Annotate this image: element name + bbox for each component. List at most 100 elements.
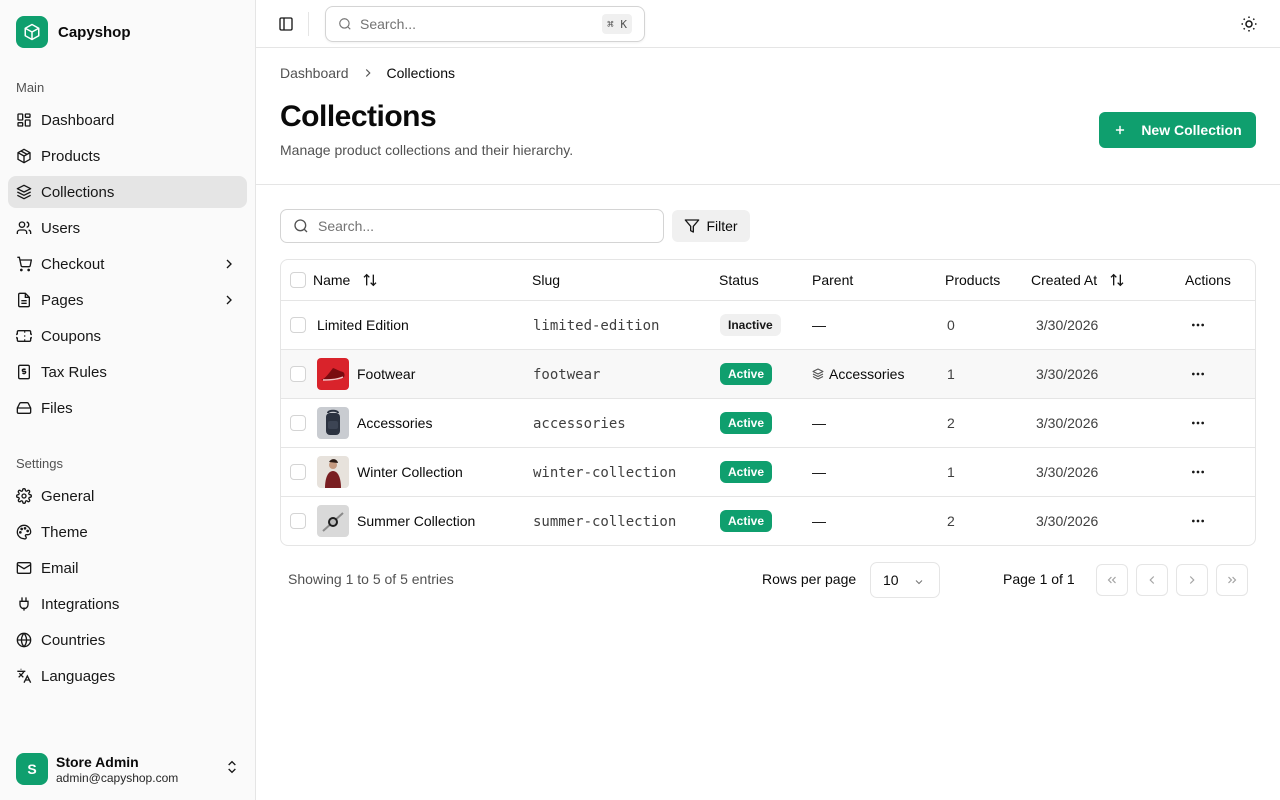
breadcrumb-dashboard[interactable]: Dashboard <box>280 65 349 81</box>
column-header-created[interactable]: Created At <box>1031 272 1125 288</box>
collection-name[interactable]: Winter Collection <box>357 464 463 480</box>
breadcrumb: Dashboard Collections <box>280 65 455 81</box>
sidebar-item-label: General <box>41 487 95 505</box>
filter-label: Filter <box>706 218 738 234</box>
page-title: Collections <box>280 100 437 133</box>
global-search-input[interactable]: Search... ⌘ K <box>325 6 645 42</box>
more-actions-icon[interactable] <box>1190 513 1206 529</box>
chevron-right-icon <box>365 69 371 77</box>
table-row[interactable]: Footwear footwear Active Accessories 1 3… <box>281 350 1255 399</box>
more-actions-icon[interactable] <box>1190 415 1206 431</box>
chevrons-left-icon <box>1107 576 1116 584</box>
sidebar-item-users[interactable]: Users <box>8 212 247 244</box>
collection-name[interactable]: Accessories <box>357 415 432 431</box>
collection-name[interactable]: Footwear <box>357 366 415 382</box>
sidebar-item-theme[interactable]: Theme <box>8 516 247 548</box>
section-label-main: Main <box>16 80 45 95</box>
sidebar-item-countries[interactable]: Countries <box>8 624 247 656</box>
table-search-input[interactable]: Search... <box>280 209 664 243</box>
sidebar-item-label: Email <box>41 559 79 577</box>
more-actions-icon[interactable] <box>1190 464 1206 480</box>
row-checkbox[interactable] <box>290 415 306 431</box>
status-badge: Active <box>720 461 773 483</box>
sort-icon[interactable] <box>362 272 378 288</box>
sidebar-item-coupons[interactable]: Coupons <box>8 320 247 352</box>
status-badge: Active <box>720 363 773 385</box>
sidebar-item-label: Tax Rules <box>41 363 107 381</box>
previous-page-button[interactable] <box>1136 564 1168 596</box>
package-icon <box>17 148 31 164</box>
status-badge: Active <box>720 510 773 532</box>
sidebar-item-label: Collections <box>41 183 115 201</box>
collection-slug: winter-collection <box>533 465 677 481</box>
collection-name[interactable]: Limited Edition <box>317 317 409 333</box>
column-header-actions: Actions <box>1185 272 1231 288</box>
more-actions-icon[interactable] <box>1190 317 1206 333</box>
sidebar-item-files[interactable]: Files <box>8 392 247 424</box>
row-checkbox[interactable] <box>290 366 306 382</box>
breadcrumb-current: Collections <box>386 65 455 81</box>
global-search-placeholder: Search... <box>360 16 417 32</box>
table-row[interactable]: Limited Edition limited-edition Inactive… <box>281 301 1255 350</box>
chevrons-up-down-icon <box>228 760 236 774</box>
collection-products-count: 1 <box>947 366 955 382</box>
receipt-icon <box>18 364 30 380</box>
topbar-divider <box>308 12 309 36</box>
sidebar-item-tax-rules[interactable]: Tax Rules <box>8 356 247 388</box>
select-all-checkbox[interactable] <box>290 272 306 288</box>
sidebar-toggle-icon[interactable] <box>278 16 294 32</box>
chevron-right-icon <box>226 295 232 305</box>
sidebar-item-general[interactable]: General <box>8 480 247 512</box>
collection-parent-label: — <box>812 317 826 333</box>
table-row[interactable]: Accessories accessories Active — 2 3/30/… <box>281 399 1255 448</box>
column-header-name[interactable]: Name <box>313 272 378 288</box>
filter-button[interactable]: Filter <box>672 210 750 242</box>
last-page-button[interactable] <box>1216 564 1248 596</box>
sidebar-item-dashboard[interactable]: Dashboard <box>8 104 247 136</box>
brand[interactable]: Capyshop <box>16 16 131 48</box>
collection-slug: summer-collection <box>533 514 677 530</box>
collection-slug: limited-edition <box>533 318 660 334</box>
sidebar-item-integrations[interactable]: Integrations <box>8 588 247 620</box>
next-page-button[interactable] <box>1176 564 1208 596</box>
header-divider <box>256 184 1280 185</box>
collection-products-count: 2 <box>947 513 955 529</box>
user-name: Store Admin <box>56 753 139 770</box>
rows-per-page-label: Rows per page <box>762 571 857 587</box>
sidebar-item-label: Languages <box>41 667 116 685</box>
filter-icon <box>685 219 700 233</box>
column-header-products: Products <box>945 272 1001 288</box>
collection-created-at: 3/30/2026 <box>1036 366 1099 382</box>
row-checkbox[interactable] <box>290 513 306 529</box>
new-collection-button[interactable]: New Collection <box>1099 112 1256 148</box>
collection-name[interactable]: Summer Collection <box>357 513 475 529</box>
sidebar-item-collections[interactable]: Collections <box>8 176 247 208</box>
collection-thumbnail <box>317 505 349 537</box>
cart-icon <box>17 256 32 272</box>
row-checkbox[interactable] <box>290 464 306 480</box>
collection-thumbnail <box>317 358 349 390</box>
sidebar-item-languages[interactable]: Languages <box>8 660 247 692</box>
rows-per-page-select[interactable]: 10 <box>870 562 940 598</box>
sun-icon[interactable] <box>1240 15 1258 33</box>
collection-products-count: 1 <box>947 464 955 480</box>
sidebar-item-pages[interactable]: Pages <box>8 284 247 316</box>
sidebar-item-email[interactable]: Email <box>8 552 247 584</box>
mail-icon <box>16 562 32 574</box>
sort-icon[interactable] <box>1109 272 1125 288</box>
collection-parent-label[interactable]: Accessories <box>829 366 904 382</box>
sidebar-item-products[interactable]: Products <box>8 140 247 172</box>
table-row[interactable]: Summer Collection summer-collection Acti… <box>281 497 1255 545</box>
rows-per-page-value: 10 <box>883 572 899 588</box>
hard-drive-icon <box>16 402 32 414</box>
user-menu[interactable]: S Store Admin admin@capyshop.com <box>16 752 240 786</box>
row-checkbox[interactable] <box>290 317 306 333</box>
chevrons-right-icon <box>1228 576 1237 584</box>
sidebar-item-label: Coupons <box>41 327 102 345</box>
sidebar-item-checkout[interactable]: Checkout <box>8 248 247 280</box>
more-actions-icon[interactable] <box>1190 366 1206 382</box>
ticket-icon <box>16 330 32 342</box>
column-header-status: Status <box>719 272 759 288</box>
table-row[interactable]: Winter Collection winter-collection Acti… <box>281 448 1255 497</box>
first-page-button[interactable] <box>1096 564 1128 596</box>
